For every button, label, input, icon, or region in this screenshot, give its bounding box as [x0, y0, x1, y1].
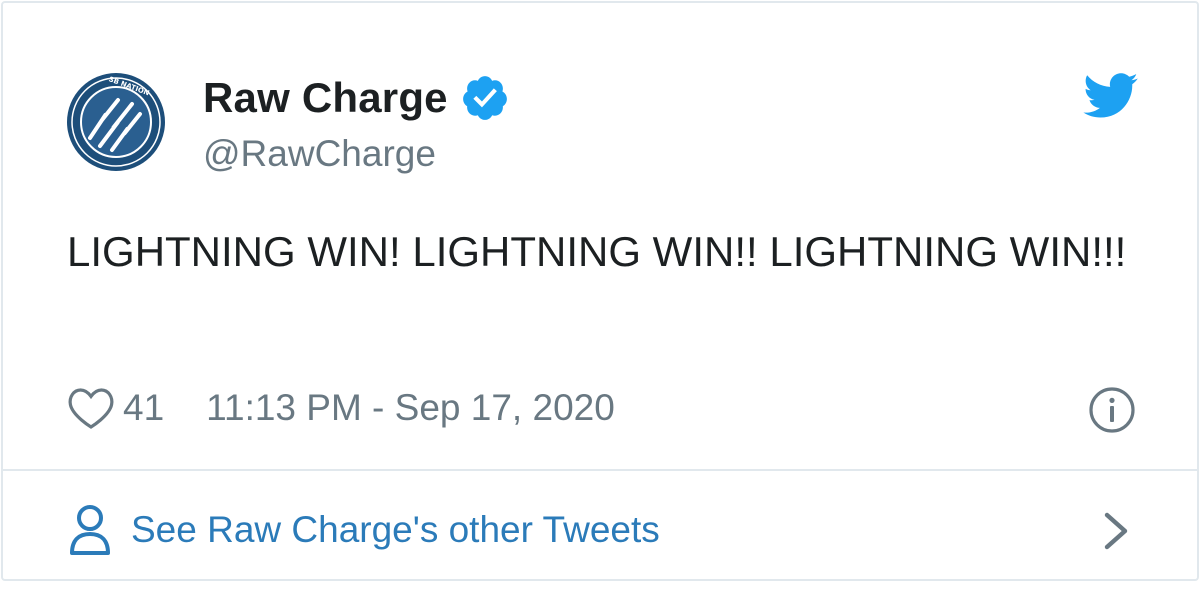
- author-name-row[interactable]: Raw Charge: [203, 73, 510, 123]
- avatar[interactable]: SB NATION: [66, 72, 166, 172]
- tweet-text: LIGHTNING WIN! LIGHTNING WIN!! LIGHTNING…: [67, 228, 1127, 275]
- author-display-name[interactable]: Raw Charge: [203, 74, 448, 122]
- person-icon: [70, 505, 110, 555]
- info-icon[interactable]: [1088, 386, 1136, 434]
- twitter-bird-icon[interactable]: [1083, 73, 1139, 119]
- chevron-right-icon[interactable]: [1101, 511, 1131, 551]
- heart-icon[interactable]: [67, 385, 115, 431]
- tweet-card: SB NATION Raw Charge @RawCharge LIGHTNIN…: [1, 1, 1199, 581]
- footer-divider: [3, 469, 1197, 471]
- see-other-tweets-label[interactable]: See Raw Charge's other Tweets: [131, 509, 660, 551]
- like-count[interactable]: 41: [123, 387, 164, 429]
- tweet-meta-row: 41 11:13 PM - Sep 17, 2020: [67, 383, 615, 433]
- author-handle[interactable]: @RawCharge: [203, 133, 436, 175]
- verified-badge-icon: [462, 76, 507, 120]
- raw-charge-lightning-logo-icon: SB NATION: [67, 73, 165, 171]
- see-other-tweets-link[interactable]: See Raw Charge's other Tweets: [67, 503, 660, 557]
- tweet-timestamp[interactable]: 11:13 PM - Sep 17, 2020: [206, 387, 615, 429]
